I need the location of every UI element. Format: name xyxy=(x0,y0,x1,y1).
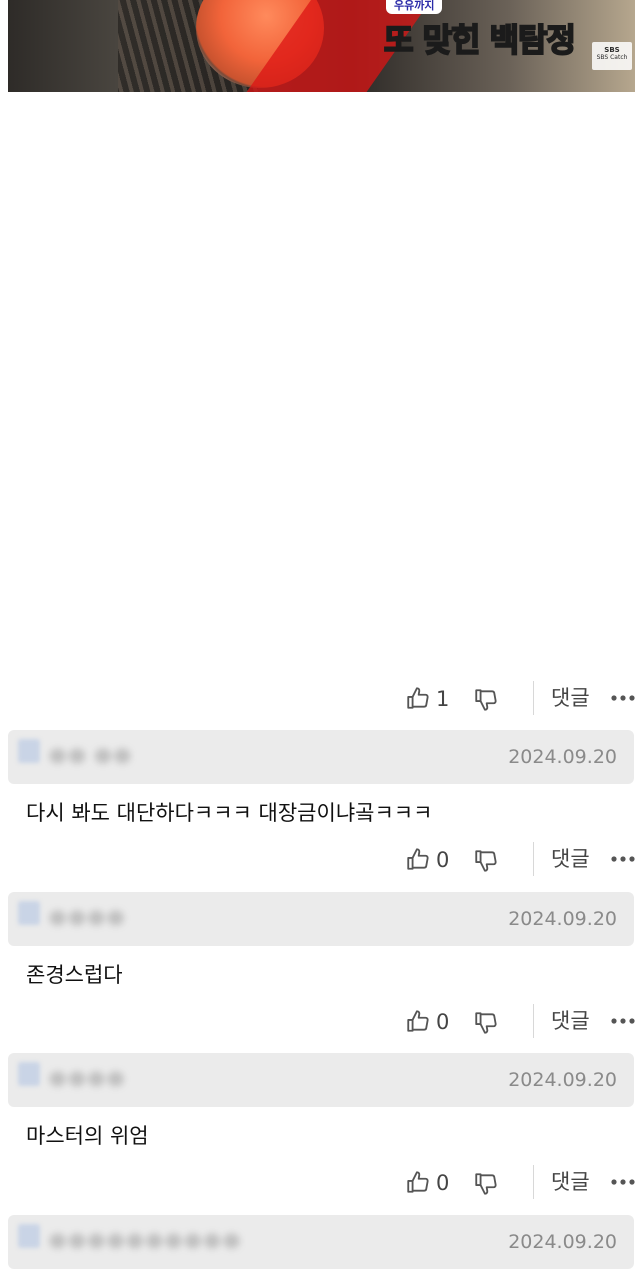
avatar[interactable] xyxy=(18,1224,40,1248)
comment-text: 다시 봐도 대단하다ㅋㅋㅋ 대장금이냐곸ㅋㅋㅋ xyxy=(26,801,433,825)
more-dots-icon[interactable] xyxy=(611,1018,635,1024)
reply-button[interactable]: 댓글 xyxy=(551,683,590,713)
video-caption-part2: 백탐정 xyxy=(489,20,577,60)
avatar[interactable] xyxy=(18,739,40,763)
video-thumbnail[interactable]: 우유까지 또 맞힌 백탐정 SBS SBS Catch xyxy=(8,0,635,92)
comment-username[interactable]: ㅇㅇㅇㅇ xyxy=(48,1066,125,1094)
like-count: 1 xyxy=(436,687,450,711)
reply-button[interactable]: 댓글 xyxy=(551,1006,590,1036)
video-caption-part1: 또 맞힌 xyxy=(383,20,490,60)
broadcaster-logo: SBS SBS Catch xyxy=(592,42,632,70)
action-divider xyxy=(533,842,534,876)
broadcaster-logo-bottom: SBS Catch xyxy=(596,54,628,61)
more-dots-icon[interactable] xyxy=(611,1179,635,1185)
comment-date: 2024.09.20 xyxy=(508,1069,617,1091)
comment-action-bar: 0 댓글 xyxy=(0,1165,640,1201)
comment-text: 마스터의 위엄 xyxy=(26,1124,149,1148)
comment-date: 2024.09.20 xyxy=(508,908,617,930)
comment-username[interactable]: ㅇㅇㅇㅇ xyxy=(48,905,125,933)
broadcaster-logo-top: SBS xyxy=(604,46,620,54)
comment-action-bar: 0 댓글 xyxy=(0,842,640,878)
thumbs-up-icon[interactable] xyxy=(405,685,431,711)
thumbs-up-icon[interactable] xyxy=(405,1008,431,1034)
video-caption: 또 맞힌 백탐정 xyxy=(383,14,577,66)
comment-action-bar: 0 댓글 xyxy=(0,1004,640,1040)
comment-username[interactable]: ㅇㅇㅇㅇㅇㅇㅇㅇㅇㅇ xyxy=(48,1228,241,1256)
comment-date: 2024.09.20 xyxy=(508,1231,617,1253)
thumbs-down-icon[interactable] xyxy=(473,687,499,713)
like-count: 0 xyxy=(436,848,450,872)
avatar[interactable] xyxy=(18,901,40,925)
more-dots-icon[interactable] xyxy=(611,856,635,862)
more-dots-icon[interactable] xyxy=(611,695,635,701)
avatar[interactable] xyxy=(18,1062,40,1086)
comment-header: ㅇㅇㅇㅇ 2024.09.20 xyxy=(8,1053,634,1107)
like-count: 0 xyxy=(436,1171,450,1195)
action-divider xyxy=(533,1004,534,1038)
action-divider xyxy=(533,681,534,715)
thumbs-up-icon[interactable] xyxy=(405,1169,431,1195)
comment-header: ㅇㅇ ㅇㅇ 2024.09.20 xyxy=(8,730,634,784)
like-count: 0 xyxy=(436,1010,450,1034)
comment-header: ㅇㅇㅇㅇㅇㅇㅇㅇㅇㅇ 2024.09.20 xyxy=(8,1215,634,1269)
comment-text: 존경스럽다 xyxy=(26,963,123,987)
post-action-bar: 1 댓글 xyxy=(0,681,640,717)
reply-button[interactable]: 댓글 xyxy=(551,1167,590,1197)
reply-button[interactable]: 댓글 xyxy=(551,844,590,874)
video-tag: 우유까지 xyxy=(386,0,443,14)
comment-header: ㅇㅇㅇㅇ 2024.09.20 xyxy=(8,892,634,946)
action-divider xyxy=(533,1165,534,1199)
thumbs-down-icon[interactable] xyxy=(473,1010,499,1036)
thumbs-down-icon[interactable] xyxy=(473,848,499,874)
comment-date: 2024.09.20 xyxy=(508,746,617,768)
thumbs-up-icon[interactable] xyxy=(405,846,431,872)
comment-username[interactable]: ㅇㅇ ㅇㅇ xyxy=(48,743,132,771)
thumbs-down-icon[interactable] xyxy=(473,1171,499,1197)
